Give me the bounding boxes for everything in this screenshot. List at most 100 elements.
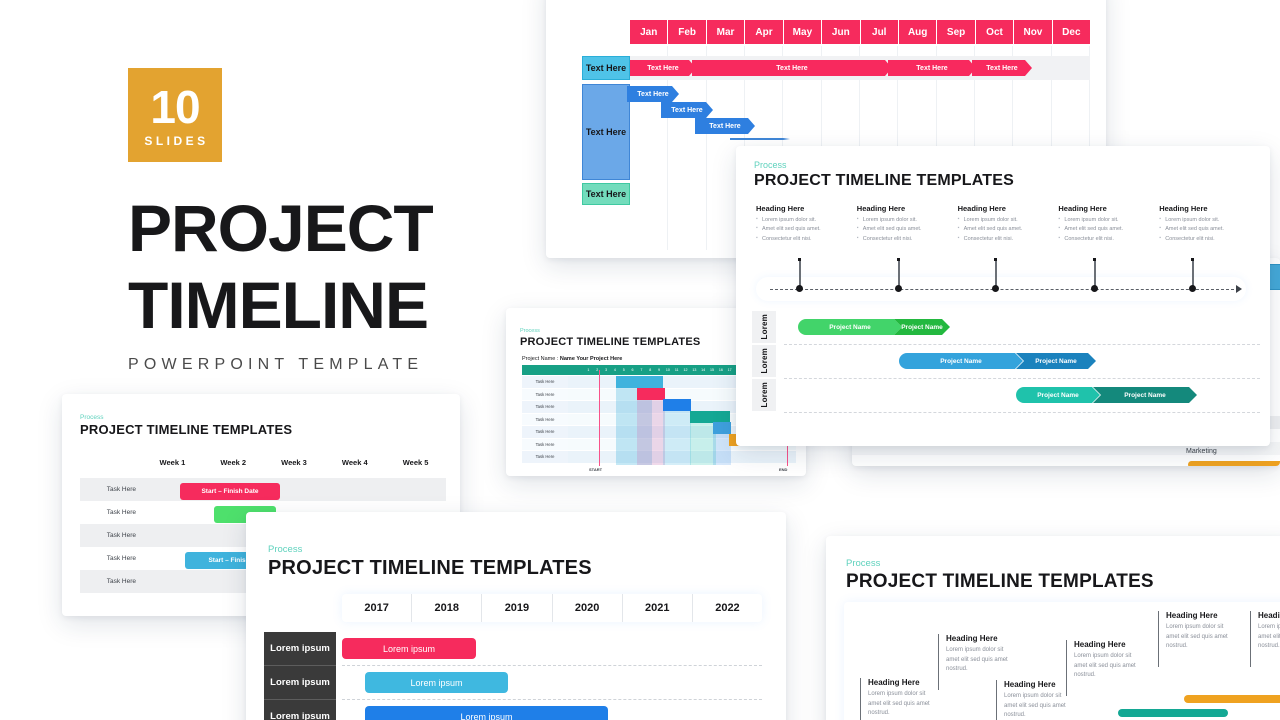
weeks-header: Week 1 Week 2 Week 3 Week 4 Week 5	[142, 458, 446, 467]
excel-bar-2[interactable]	[637, 388, 665, 400]
year-cell-5[interactable]: 2021	[623, 594, 693, 622]
years-bar-2[interactable]: Lorem ipsum	[365, 672, 508, 693]
excel-shade-2	[637, 388, 665, 465]
gantt-row-label-2: Text Here	[582, 84, 630, 180]
excel-bar-3[interactable]	[663, 399, 691, 411]
slides-count-badge: 10 SLIDES	[128, 68, 222, 162]
process-lane-label-1: Lorem	[759, 314, 769, 340]
excel-project-name: Project Name : Name Your Project Here	[522, 356, 622, 362]
heading-item-1-text: Lorem ipsum dolor sit amet elit sed quis…	[868, 691, 930, 717]
excel-col-16: 16	[718, 368, 723, 372]
gantt-pink-bar-1[interactable]: Text Here	[630, 60, 696, 76]
process-tick-dot-5[interactable]	[1189, 285, 1196, 292]
process-bar-3a[interactable]: Project Name	[1016, 387, 1100, 403]
years-bar-1[interactable]: Lorem ipsum	[342, 638, 476, 659]
excel-title: PROJECT TIMELINE TEMPLATES	[520, 336, 701, 348]
excel-bar-4[interactable]	[690, 411, 730, 423]
excel-col-10: 10	[665, 368, 670, 372]
heading-item-4-title: Heading Here	[1074, 640, 1126, 649]
gantt-blue-bar-2[interactable]: Text Here	[661, 102, 713, 118]
gantt-pink-bar-4[interactable]: Text Here	[972, 60, 1032, 76]
process-heading-list-4: Lorem ipsum dolor sit.Amet elit sed quis…	[1058, 216, 1149, 243]
years-bar-3[interactable]: Lorem ipsum	[365, 706, 608, 720]
process-tick-dot-2[interactable]	[895, 285, 902, 292]
gantt-blue-line	[730, 138, 790, 140]
gantt-month-cell-10[interactable]: Oct	[975, 20, 1014, 44]
year-cell-6[interactable]: 2022	[693, 594, 762, 622]
edge-orange-bar	[1188, 461, 1280, 466]
year-cell-1[interactable]: 2017	[342, 594, 413, 622]
year-cell-4[interactable]: 2020	[553, 594, 623, 622]
heading-item-3-text: Lorem ipsum dolor sit amet elit sed quis…	[1004, 693, 1066, 719]
excel-bar-1[interactable]	[616, 376, 663, 388]
heading-item-3-title: Heading Here	[1004, 680, 1056, 689]
excel-eyebrow: Process	[520, 328, 540, 334]
process-bar-2a[interactable]: Project Name	[899, 353, 1023, 369]
slide-years[interactable]: Process PROJECT TIMELINE TEMPLATES 2017 2…	[246, 512, 786, 720]
gantt-month-cell-12[interactable]: Dec	[1052, 20, 1091, 44]
headings-title: PROJECT TIMELINE TEMPLATES	[846, 571, 1154, 592]
gantt-month-cell-2[interactable]: Feb	[668, 20, 706, 44]
process-heading-title-1: Heading Here	[756, 204, 805, 213]
process-heading-col-2: Heading Here Lorem ipsum dolor sit.Amet e…	[857, 204, 958, 245]
slide-heading-timeline[interactable]: Process PROJECT TIMELINE TEMPLATES Headi…	[826, 536, 1280, 720]
gantt-month-cell-1[interactable]: Jan	[630, 20, 668, 44]
process-tick-dot-4[interactable]	[1091, 285, 1098, 292]
process-heading-title-2: Heading Here	[856, 204, 906, 213]
edge-label: Marketing	[1186, 448, 1217, 455]
weeks-task-name-5: Task Here	[80, 570, 142, 593]
weeks-eyebrow: Process	[80, 414, 104, 421]
process-axis-arrow-icon	[1236, 285, 1242, 293]
gantt-month-header: Jan Feb Mar Apr May Jun Jul Aug Sep Oct Nov Dec	[630, 20, 1091, 44]
process-tick-dot-1[interactable]	[796, 285, 803, 292]
gantt-row-label-3: Text Here	[582, 183, 630, 205]
process-tick-dot-3[interactable]	[992, 285, 999, 292]
process-bar-1a[interactable]: Project Name	[798, 319, 902, 335]
slide-process-timeline[interactable]: Process PROJECT TIMELINE TEMPLATES Headi…	[736, 146, 1270, 446]
process-heading-list-1: Lorem ipsum dolor sit.Amet elit sed quis…	[756, 216, 847, 243]
weeks-bar-1[interactable]: Start – Finish Date	[180, 483, 280, 500]
process-axis-line	[770, 289, 1234, 290]
process-lane-tab-2: Lorem	[752, 345, 776, 377]
excel-col-2: 2	[596, 368, 599, 372]
heading-item-6-title: Heading Here	[1258, 611, 1280, 620]
headings-bar-teal[interactable]	[1118, 709, 1228, 717]
process-bar-3b[interactable]: Project Name	[1093, 387, 1197, 403]
gantt-month-cell-8[interactable]: Aug	[898, 20, 937, 44]
excel-col-1: 1	[587, 368, 590, 372]
gantt-month-cell-3[interactable]: Mar	[706, 20, 745, 44]
gantt-month-cell-9[interactable]: Sep	[937, 20, 975, 44]
gantt-month-cell-5[interactable]: May	[783, 20, 822, 44]
gantt-month-cell-6[interactable]: Jun	[822, 20, 860, 44]
excel-task-name-2: Task Here	[522, 388, 568, 400]
year-cell-2[interactable]: 2018	[412, 594, 483, 622]
process-heading-bullet-3-3: Consectetur elit nisi.	[958, 235, 1049, 243]
heading-item-1: Heading Here Lorem ipsum dolor sit amet …	[860, 678, 932, 720]
excel-task-name-7: Task Here	[522, 451, 568, 463]
gantt-month-cell-11[interactable]: Nov	[1014, 20, 1052, 44]
process-bar-2b[interactable]: Project Name	[1016, 353, 1096, 369]
excel-bar-5[interactable]	[713, 422, 731, 434]
poster-canvas: 10 SLIDES PROJECT TIMELINE POWERPOINT TE…	[0, 0, 1280, 720]
year-cell-3[interactable]: 2019	[482, 594, 553, 622]
gantt-month-cell-7[interactable]: Jul	[860, 20, 898, 44]
excel-col-6: 6	[631, 368, 634, 372]
excel-col-11: 11	[674, 368, 679, 372]
excel-col-5: 5	[622, 368, 625, 372]
heading-item-5-text: Lorem ipsum dolor sit amet elit sed quis…	[1166, 624, 1228, 650]
weeks-task-name-3: Task Here	[80, 524, 142, 547]
excel-task-name-5: Task Here	[522, 426, 568, 438]
years-row-label-1: Lorem ipsum	[264, 632, 336, 666]
process-heading-bullet-5-1: Lorem ipsum dolor sit.	[1159, 216, 1250, 224]
gantt-blue-bar-1[interactable]: Text Here	[627, 86, 679, 102]
process-bar-1b[interactable]: Project Name	[894, 319, 950, 335]
weeks-task-name-2: Task Here	[106, 509, 136, 516]
gantt-month-cell-4[interactable]: Apr	[745, 20, 783, 44]
excel-start-line	[599, 370, 600, 466]
headings-bar-orange[interactable]	[1184, 695, 1280, 703]
gantt-pink-bar-3[interactable]: Text Here	[888, 60, 976, 76]
years-row-label-2: Lorem ipsum	[264, 666, 336, 700]
weeks-cell-3-1	[142, 524, 203, 547]
gantt-pink-bar-2[interactable]: Text Here	[692, 60, 892, 76]
gantt-blue-bar-3[interactable]: Text Here	[695, 118, 755, 134]
